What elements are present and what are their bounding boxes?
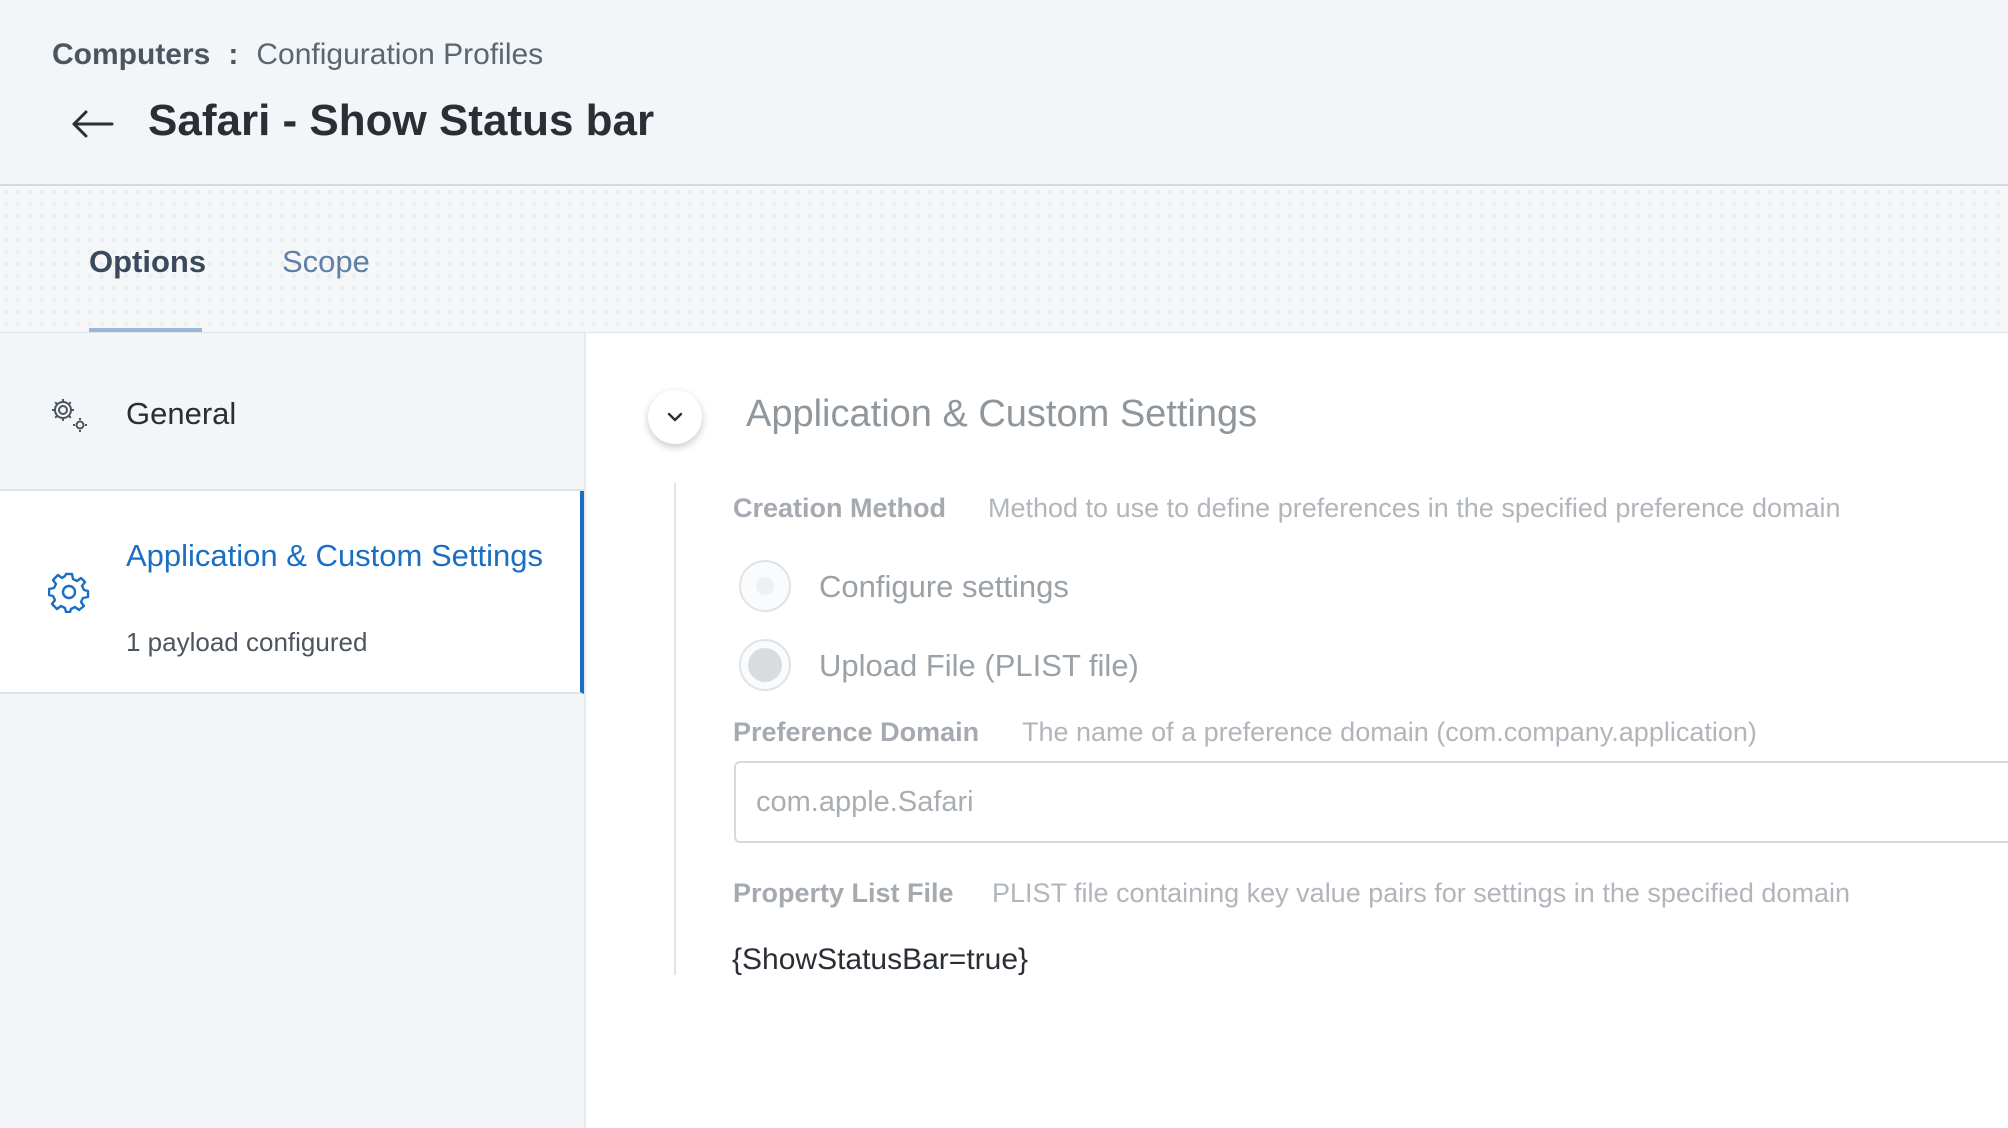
radio-selected-dot [748,648,782,682]
radio-upload-file-label[interactable]: Upload File (PLIST file) [819,648,1139,684]
payload-count: 1 payload configured [126,627,368,657]
radio-upload-file[interactable] [739,639,791,691]
sidebar-item-label: Application & Custom Settings [126,538,543,573]
sidebar: General Application & Custom Settings 1 … [0,333,586,1128]
breadcrumb-configuration-profiles[interactable]: Configuration Profiles [256,38,543,71]
creation-method-description: Method to use to define preferences in t… [988,493,1841,523]
property-list-value: {ShowStatusBar=true} [732,943,1029,976]
section-divider [674,483,676,975]
radio-dot [756,577,774,595]
main-panel: Application & Custom Settings Creation M… [586,333,2008,1128]
sidebar-item-application-custom-settings[interactable]: Application & Custom Settings 1 payload … [0,491,584,694]
chevron-down-icon [667,412,683,422]
creation-method-label: Creation Method [733,493,946,523]
preference-domain-description: The name of a preference domain (com.com… [1022,717,1757,747]
gear-icon [47,571,90,614]
tab-options[interactable]: Options [89,244,206,280]
sidebar-item-label: General [126,396,237,431]
preference-domain-label: Preference Domain [733,717,980,747]
radio-configure-settings-label[interactable]: Configure settings [819,569,1069,605]
gears-icon [48,395,92,435]
sidebar-item-general[interactable]: General [0,333,584,491]
collapse-section-button[interactable] [648,390,702,444]
preference-domain-input[interactable] [734,761,2008,843]
page-title: Safari - Show Status bar [148,96,655,145]
property-list-label: Property List File [733,878,954,908]
active-tab-indicator [89,328,202,332]
tab-bar: Options Scope [0,186,2008,333]
radio-configure-settings[interactable] [739,560,791,612]
breadcrumb-separator: : [228,38,239,71]
property-list-description: PLIST file containing key value pairs fo… [992,878,1850,908]
tab-scope[interactable]: Scope [282,244,370,280]
breadcrumb-computers[interactable]: Computers [52,38,210,71]
page-header: Computers: Configuration Profiles Safari … [0,0,2008,186]
section-title: Application & Custom Settings [746,393,1258,435]
back-arrow-icon[interactable] [70,104,118,144]
breadcrumb: Computers: Configuration Profiles [52,38,543,72]
